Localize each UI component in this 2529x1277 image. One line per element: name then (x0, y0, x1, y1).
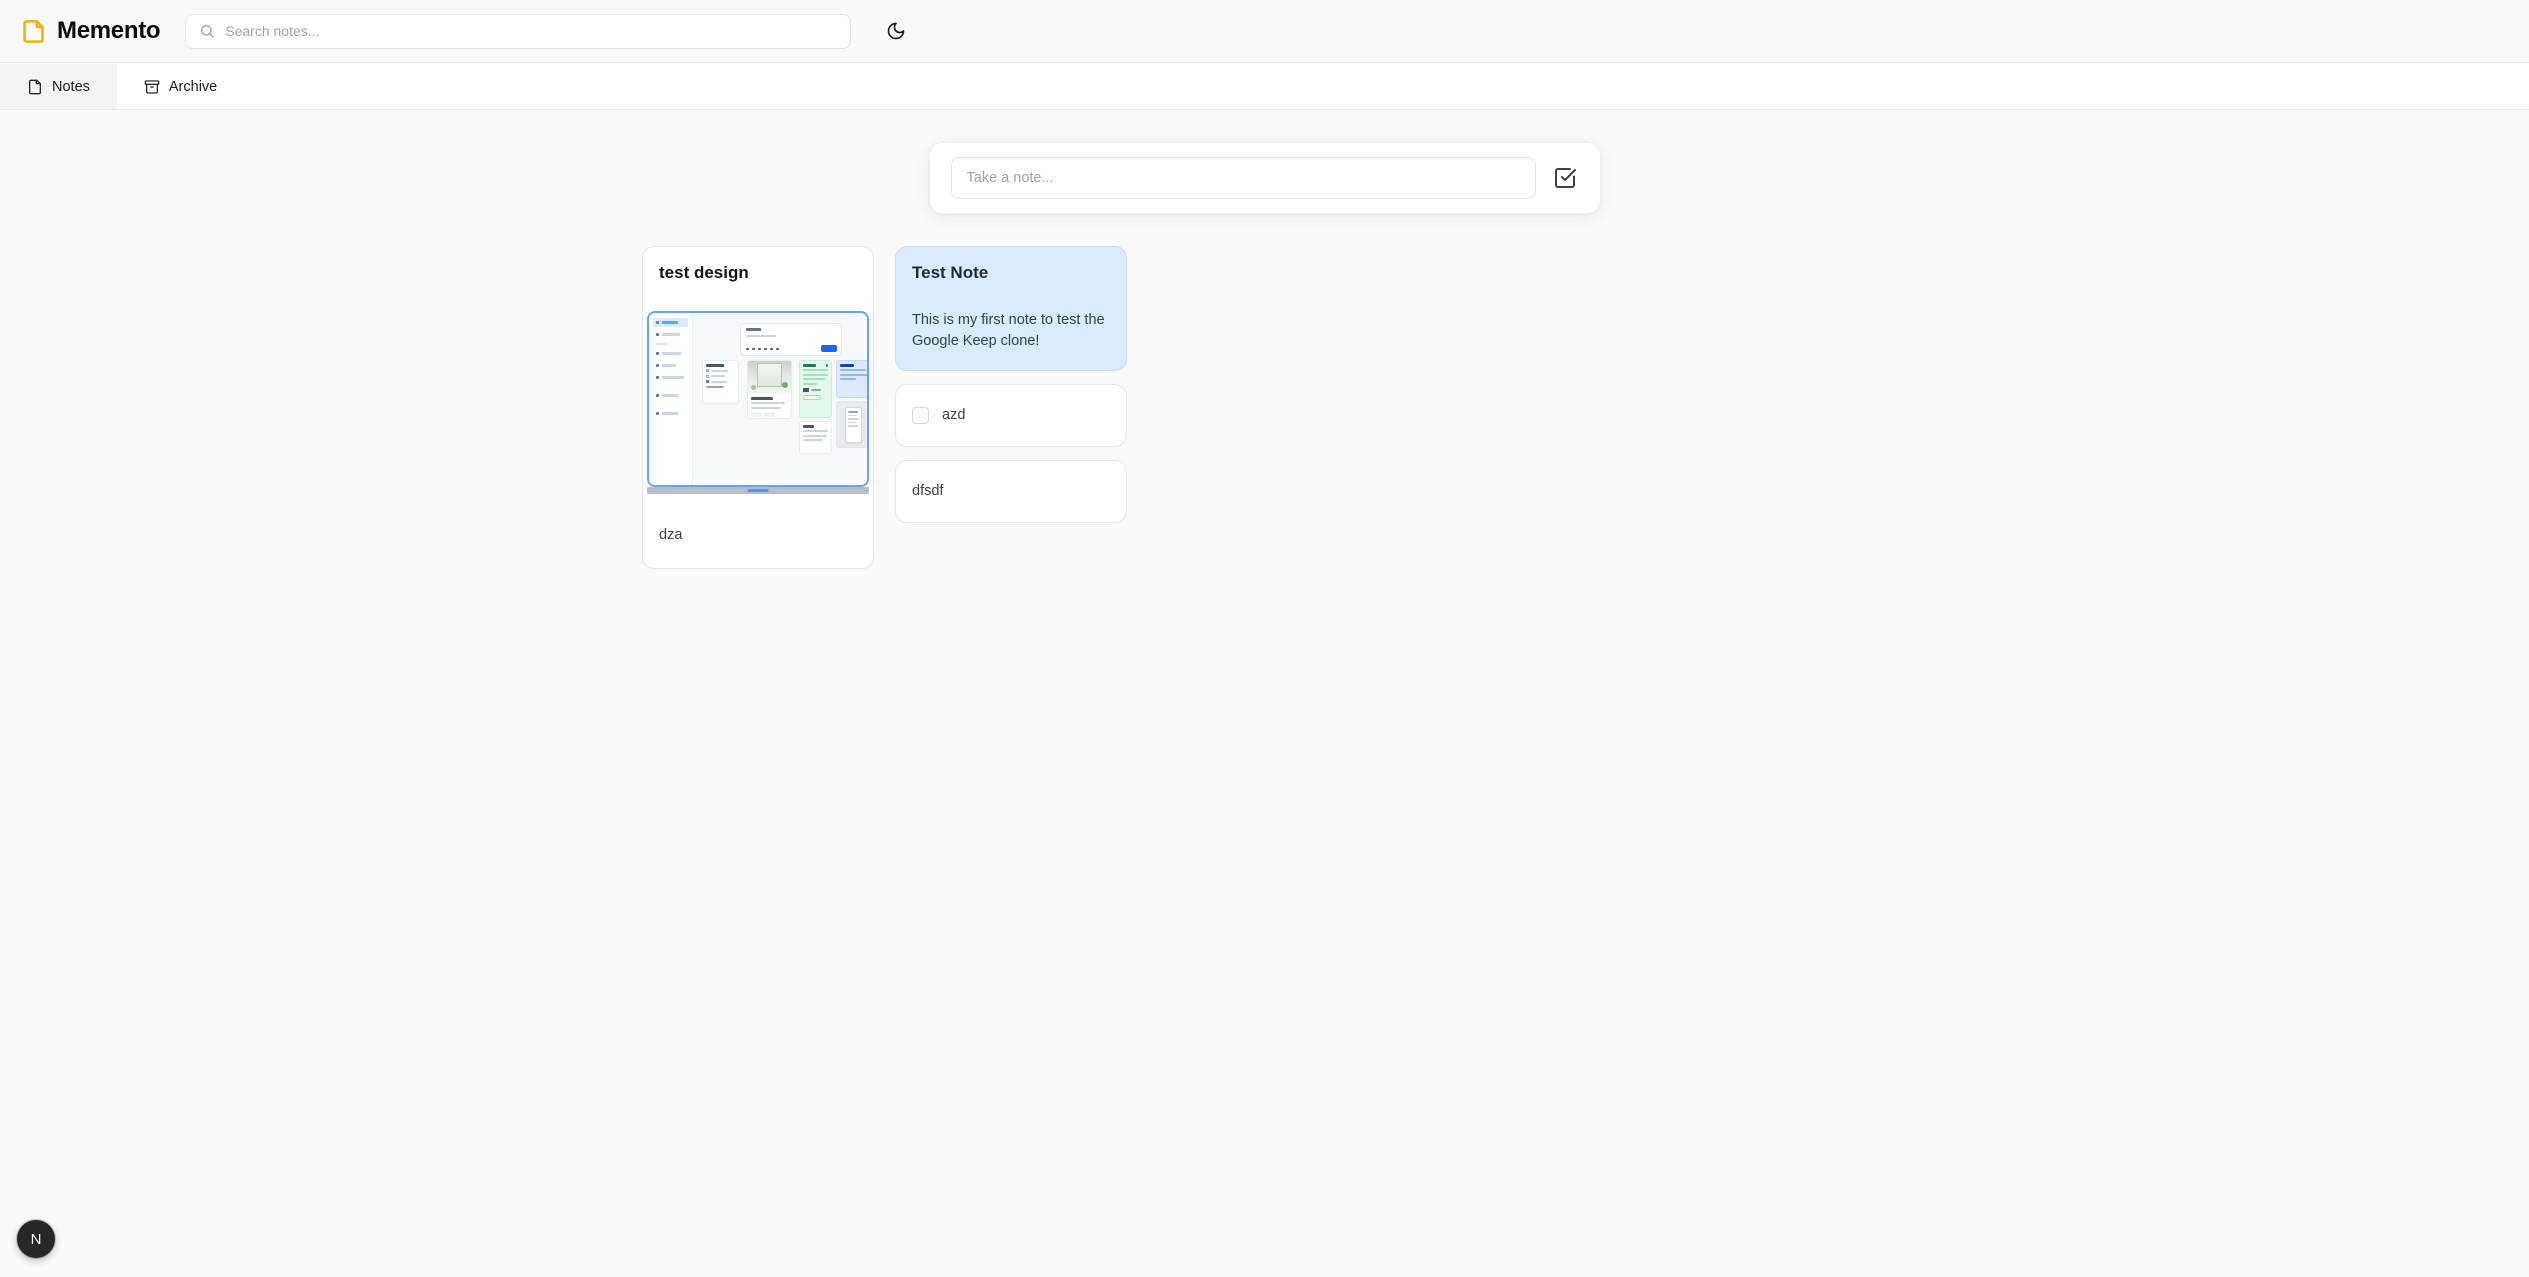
file-icon (27, 79, 43, 95)
thumb-sidebar (649, 313, 693, 485)
thumb-photo-card (747, 360, 792, 419)
check-square-icon (1553, 166, 1577, 190)
board-column-1: test design (642, 246, 874, 569)
note-content: dza (643, 494, 873, 568)
note-content: dfsdf (896, 461, 1126, 522)
note-card-dfsdf[interactable]: dfsdf (895, 460, 1127, 523)
brand: Memento (20, 17, 160, 45)
tab-archive[interactable]: Archive (117, 64, 244, 109)
note-card-test-design[interactable]: test design (642, 246, 874, 569)
note-title: test design (643, 247, 873, 284)
theme-toggle-button[interactable] (878, 13, 914, 49)
tab-notes-label: Notes (52, 79, 90, 95)
tab-archive-label: Archive (169, 79, 217, 95)
new-checklist-button[interactable] (1553, 166, 1577, 190)
note-title: Test Note (896, 247, 1126, 284)
app-title: Memento (57, 17, 160, 45)
thumb-scrollbar (647, 487, 869, 494)
note-content: This is my first note to test the Google… (896, 284, 1126, 370)
search-bar[interactable] (185, 14, 851, 49)
checklist-item-label: azd (942, 405, 965, 426)
notes-board: test design (642, 246, 1127, 569)
take-a-note-input[interactable] (951, 157, 1536, 199)
thumb-idea-card (799, 421, 832, 454)
note-card-azd[interactable]: azd (895, 384, 1127, 447)
user-avatar-button[interactable]: N (17, 1220, 55, 1258)
tab-notes[interactable]: Notes (0, 64, 117, 109)
board-column-2: Test Note This is my first note to test … (895, 246, 1127, 523)
note-composer (929, 142, 1601, 214)
archive-icon (144, 79, 160, 95)
sticky-note-icon (20, 18, 47, 45)
thumb-green-card (799, 360, 832, 418)
thumb-checklist-card (702, 360, 739, 404)
search-icon (199, 23, 215, 39)
search-input[interactable] (225, 23, 837, 39)
app-header: Memento (0, 0, 2529, 63)
note-card-test-note[interactable]: Test Note This is my first note to test … (895, 246, 1127, 371)
thumb-scrollbar-thumb (748, 489, 769, 492)
thumb-composer (740, 323, 842, 356)
moon-icon (886, 21, 906, 41)
tab-bar: Notes Archive (0, 64, 2529, 110)
thumb-phone-card (836, 401, 869, 448)
thumb-blue-card (836, 360, 869, 398)
avatar-initial: N (31, 1231, 42, 1248)
checkbox-unchecked[interactable] (912, 407, 929, 424)
note-thumbnail-image (647, 311, 869, 487)
thumb-main-area (693, 313, 867, 485)
